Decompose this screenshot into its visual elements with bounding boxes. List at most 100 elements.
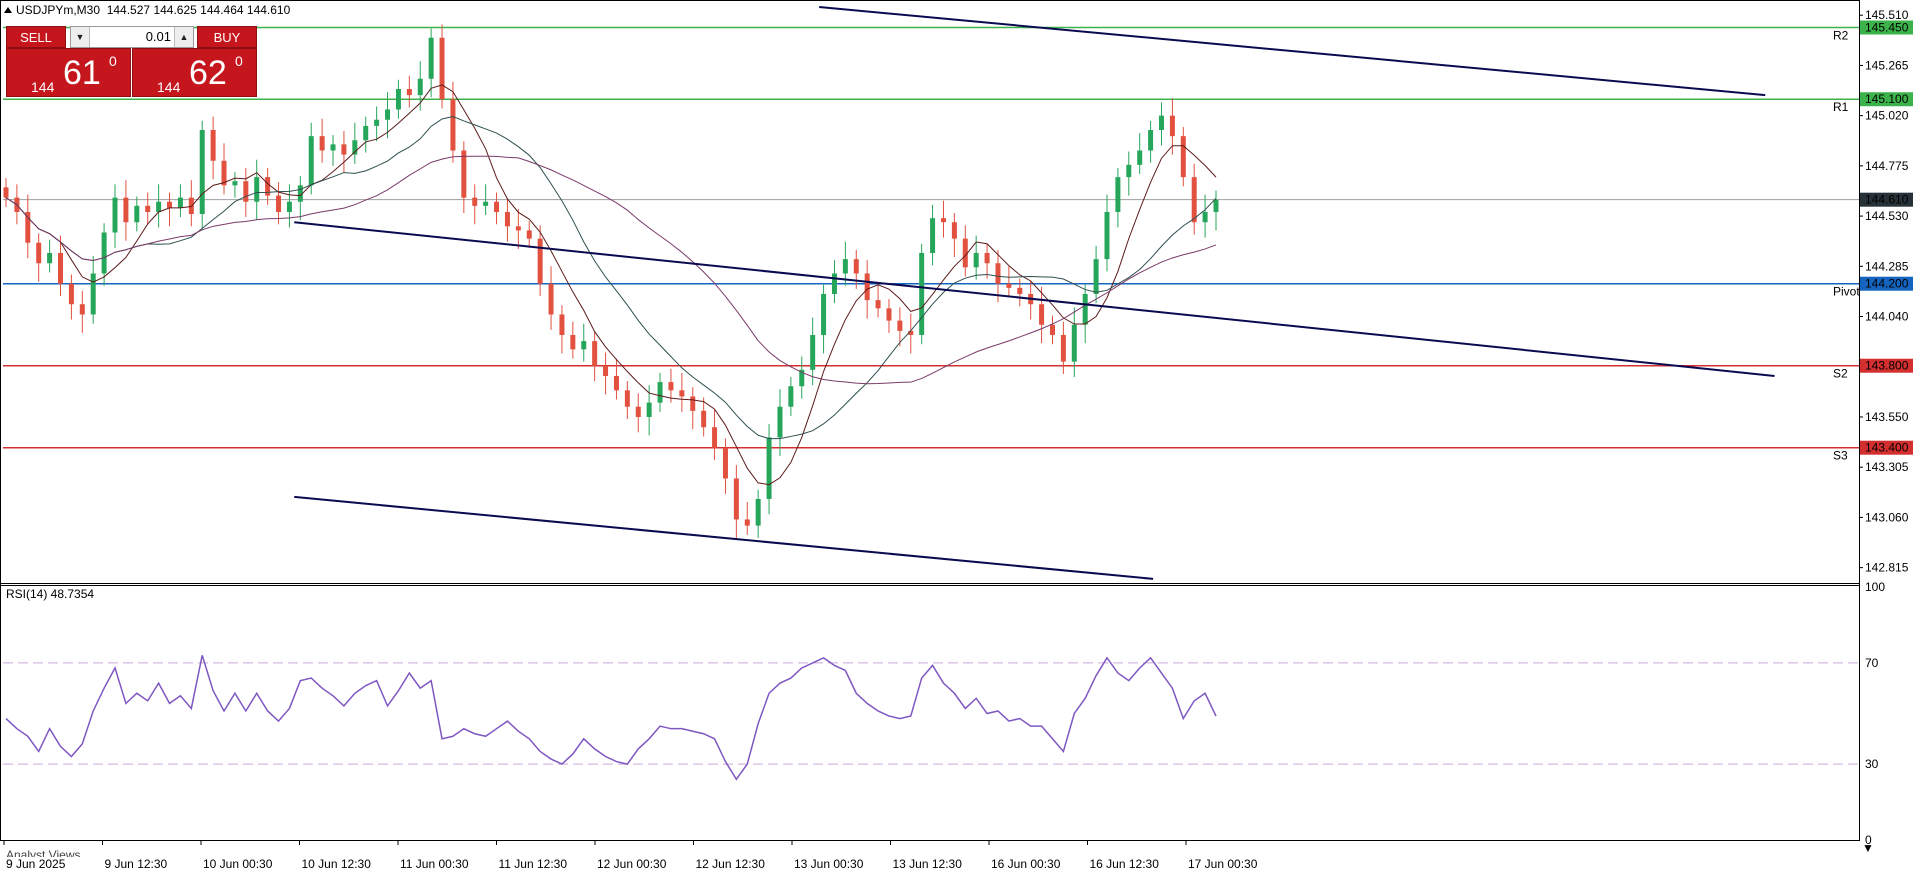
sell-button[interactable]: SELL bbox=[6, 26, 66, 48]
bear-candle bbox=[712, 427, 718, 448]
bull-candle bbox=[101, 232, 107, 274]
bull-candle bbox=[831, 273, 837, 294]
bear-candle bbox=[1006, 283, 1012, 288]
bear-candle bbox=[526, 230, 532, 239]
rsi-label: RSI(14) 48.7354 bbox=[6, 587, 95, 601]
one-click-trading-panel: SELL ▼ 0.01 ▲ BUY 144 61 0 144 62 0 bbox=[6, 26, 257, 97]
price-tick-label: 143.060 bbox=[1865, 510, 1909, 524]
rsi-line bbox=[5, 655, 1217, 781]
time-tick-label: 10 Jun 12:30 bbox=[302, 857, 372, 871]
bear-candle bbox=[461, 150, 467, 198]
bull-candle bbox=[232, 181, 238, 186]
bear-candle bbox=[504, 211, 510, 227]
bear-candle bbox=[733, 478, 739, 520]
ma-slow-line bbox=[5, 155, 1217, 385]
bear-candle bbox=[864, 273, 870, 301]
time-tick-label: 17 Jun 00:30 bbox=[1188, 857, 1258, 871]
chart-canvas[interactable]: 145.510145.265145.020144.775144.530144.2… bbox=[0, 0, 1916, 874]
bull-candle bbox=[428, 37, 434, 79]
bear-candle bbox=[679, 390, 685, 397]
increase-lot-icon[interactable]: ▲ bbox=[174, 27, 193, 47]
bear-candle bbox=[79, 304, 85, 315]
buy-button[interactable]: BUY bbox=[197, 26, 257, 48]
current-price-label: 144.610 bbox=[1865, 193, 1909, 207]
bear-candle bbox=[36, 242, 42, 264]
resistance-level-tag: R1 bbox=[1833, 100, 1849, 114]
bear-candle bbox=[1191, 177, 1197, 223]
bull-candle bbox=[112, 197, 118, 233]
bull-candle bbox=[1093, 259, 1099, 294]
ohlc-low: 144.464 bbox=[200, 3, 244, 17]
chart-frame bbox=[0, 0, 1860, 841]
ohlc-open: 144.527 bbox=[106, 3, 151, 17]
bull-candle bbox=[1082, 293, 1088, 325]
bull-candle bbox=[156, 201, 162, 212]
bull-candle bbox=[810, 334, 816, 370]
time-tick-label: 13 Jun 12:30 bbox=[893, 857, 963, 871]
bear-candle bbox=[995, 263, 1001, 284]
bear-candle bbox=[940, 218, 946, 223]
bear-candle bbox=[243, 181, 249, 202]
bull-candle bbox=[930, 218, 936, 253]
bear-candle bbox=[624, 390, 630, 407]
bull-candle bbox=[47, 252, 53, 264]
buy-quote[interactable]: 144 62 0 bbox=[132, 48, 257, 97]
analyst-views-tab[interactable]: Analyst Views bbox=[6, 845, 80, 857]
symbol-name: USDJPYm,M30 bbox=[16, 3, 101, 17]
price-tick-label: 144.530 bbox=[1865, 209, 1909, 223]
price-tick-label: 145.265 bbox=[1865, 58, 1909, 72]
bull-candle bbox=[286, 201, 292, 212]
bear-candle bbox=[897, 320, 903, 331]
bear-candle bbox=[3, 187, 9, 198]
buy-price-fraction: 0 bbox=[235, 53, 243, 69]
bull-candle bbox=[973, 252, 979, 268]
bear-candle bbox=[145, 205, 151, 212]
price-tick-label: 144.775 bbox=[1865, 159, 1909, 173]
bull-candle bbox=[395, 88, 401, 110]
bear-candle bbox=[548, 283, 554, 315]
bear-candle bbox=[1169, 115, 1175, 137]
buy-price-prefix: 144 bbox=[157, 79, 181, 95]
decrease-lot-icon[interactable]: ▼ bbox=[71, 27, 90, 47]
bear-candle bbox=[276, 195, 282, 212]
bull-candle bbox=[90, 273, 96, 315]
bear-candle bbox=[439, 37, 445, 100]
bear-candle bbox=[1049, 324, 1055, 335]
time-tick-label: 11 Jun 00:30 bbox=[400, 857, 469, 871]
bear-candle bbox=[1039, 304, 1045, 325]
trendline bbox=[294, 221, 1775, 377]
bull-candle bbox=[417, 78, 423, 96]
bear-candle bbox=[951, 222, 957, 239]
time-tick-label: 13 Jun 00:30 bbox=[794, 857, 864, 871]
scroll-down-icon: ▼ bbox=[1862, 841, 1874, 855]
bull-candle bbox=[374, 119, 380, 126]
bull-candle bbox=[1115, 177, 1121, 212]
ma-fast-line bbox=[5, 84, 1217, 486]
support-price-label: 143.800 bbox=[1865, 359, 1909, 373]
bull-candle bbox=[1137, 150, 1143, 165]
bull-candle bbox=[254, 177, 260, 202]
buy-price-pips: 62 bbox=[189, 54, 227, 92]
bear-candle bbox=[635, 406, 641, 417]
sell-price-prefix: 144 bbox=[31, 79, 55, 95]
bear-candle bbox=[668, 382, 674, 391]
lot-size-stepper[interactable]: ▼ 0.01 ▲ bbox=[70, 26, 194, 48]
bull-candle bbox=[308, 136, 314, 186]
bear-candle bbox=[167, 201, 173, 208]
price-tick-label: 142.815 bbox=[1865, 561, 1909, 575]
collapse-triangle-icon[interactable] bbox=[4, 7, 12, 13]
sell-price-pips: 61 bbox=[63, 54, 101, 92]
bull-candle bbox=[363, 125, 369, 141]
bear-candle bbox=[58, 252, 64, 284]
bull-candle bbox=[199, 129, 205, 215]
sell-quote[interactable]: 144 61 0 bbox=[6, 48, 131, 97]
trendline bbox=[819, 6, 1766, 97]
bull-candle bbox=[777, 406, 783, 438]
resistance-price-label: 145.450 bbox=[1865, 20, 1909, 34]
lot-size-input[interactable]: 0.01 bbox=[91, 27, 171, 47]
bear-candle bbox=[1180, 136, 1186, 178]
bear-candle bbox=[472, 197, 478, 206]
support-price-label: 143.400 bbox=[1865, 441, 1909, 455]
bull-candle bbox=[581, 341, 587, 350]
bear-candle bbox=[592, 341, 598, 366]
